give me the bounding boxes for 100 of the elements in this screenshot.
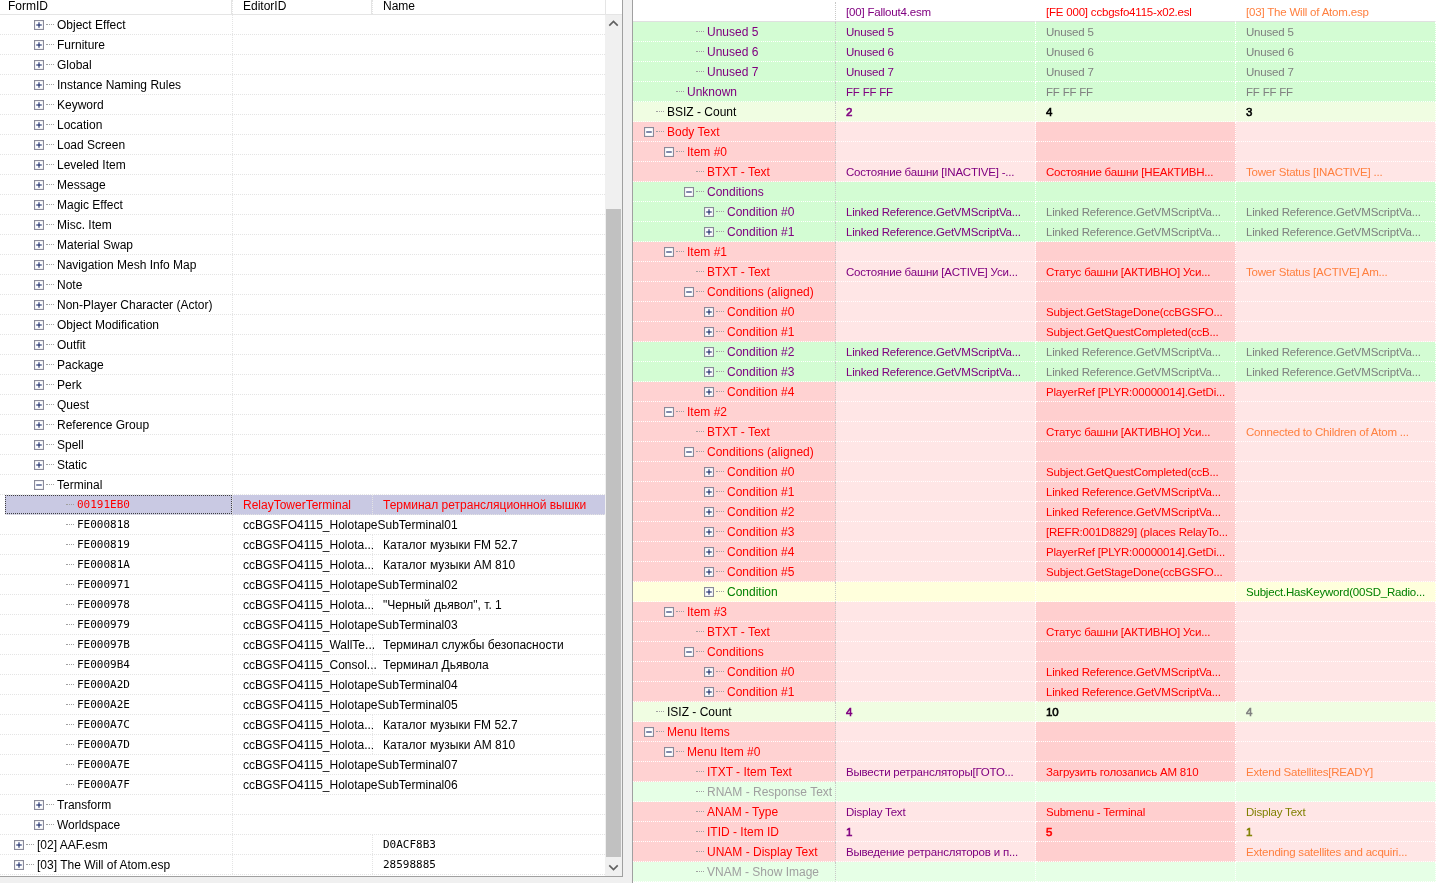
tree-row[interactable]: Leveled Item: [0, 155, 605, 175]
field-cell[interactable]: Unused 5: [633, 22, 836, 42]
plus-box-icon[interactable]: [34, 459, 44, 470]
plus-box-icon[interactable]: [14, 839, 24, 850]
tree-row[interactable]: Location: [0, 115, 605, 135]
plus-box-icon[interactable]: [34, 79, 44, 90]
plus-box-icon[interactable]: [704, 566, 714, 577]
plus-box-icon[interactable]: [34, 179, 44, 190]
tree-row[interactable]: Keyword: [0, 95, 605, 115]
tree-row[interactable]: Quest: [0, 395, 605, 415]
plus-box-icon[interactable]: [34, 319, 44, 330]
tree-row[interactable]: FE0009B4 ccBGSFO4115_Consol... Терминал Дьявола: [0, 655, 605, 675]
plus-box-icon[interactable]: [34, 159, 44, 170]
tree-row[interactable]: Perk: [0, 375, 605, 395]
scroll-thumb[interactable]: [606, 209, 621, 857]
tree-row[interactable]: FE000971 ccBGSFO4115_HolotapeSubTerminal02: [0, 575, 605, 595]
plus-box-icon[interactable]: [34, 439, 44, 450]
plus-box-icon[interactable]: [34, 239, 44, 250]
plus-box-icon[interactable]: [34, 399, 44, 410]
tree-row[interactable]: Instance Naming Rules: [0, 75, 605, 95]
plus-box-icon[interactable]: [704, 206, 714, 217]
plus-box-icon[interactable]: [704, 686, 714, 697]
tree-row[interactable]: FE000A2D ccBGSFO4115_HolotapeSubTerminal04: [0, 675, 605, 695]
minus-box-icon[interactable]: [664, 406, 674, 417]
tree-row[interactable]: Message: [0, 175, 605, 195]
minus-box-icon[interactable]: [644, 126, 654, 137]
tree-row[interactable]: Magic Effect: [0, 195, 605, 215]
tree-row[interactable]: FE000979 ccBGSFO4115_HolotapeSubTerminal03: [0, 615, 605, 635]
plus-box-icon[interactable]: [34, 259, 44, 270]
plus-box-icon[interactable]: [34, 139, 44, 150]
plus-box-icon[interactable]: [14, 859, 24, 870]
plus-box-icon[interactable]: [704, 586, 714, 597]
minus-box-icon[interactable]: [684, 446, 694, 457]
tree-row[interactable]: Note: [0, 275, 605, 295]
tree-row[interactable]: FE000A7C ccBGSFO4115_Holota... Каталог музыки FM 52.7: [0, 715, 605, 735]
minus-box-icon[interactable]: [684, 286, 694, 297]
plus-box-icon[interactable]: [34, 299, 44, 310]
plus-box-icon[interactable]: [34, 59, 44, 70]
tree-row[interactable]: FE000A7E ccBGSFO4115_HolotapeSubTerminal07: [0, 755, 605, 775]
plus-box-icon[interactable]: [704, 226, 714, 237]
tree-row[interactable]: Static: [0, 455, 605, 475]
column-header[interactable]: Name: [372, 0, 606, 14]
tree-row[interactable]: FE00097B ccBGSFO4115_WallTe... Терминал службы безопасности: [0, 635, 605, 655]
field-cell[interactable]: Unknown: [633, 82, 836, 102]
minus-box-icon[interactable]: [664, 746, 674, 757]
tree-row[interactable]: Package: [0, 355, 605, 375]
plus-box-icon[interactable]: [34, 199, 44, 210]
tree-row[interactable]: FE000A2E ccBGSFO4115_HolotapeSubTerminal05: [0, 695, 605, 715]
tree-row[interactable]: Object Modification: [0, 315, 605, 335]
plus-box-icon[interactable]: [34, 819, 44, 830]
plus-box-icon[interactable]: [34, 279, 44, 290]
tree-row[interactable]: FE000A7F ccBGSFO4115_HolotapeSubTerminal06: [0, 775, 605, 795]
field-cell[interactable]: Condition #1: [633, 222, 836, 242]
plus-box-icon[interactable]: [704, 486, 714, 497]
minus-box-icon[interactable]: [684, 646, 694, 657]
tree-row[interactable]: Object Effect: [0, 15, 605, 35]
tree-row[interactable]: Load Screen: [0, 135, 605, 155]
tree-row[interactable]: Outfit: [0, 335, 605, 355]
tree-row[interactable]: Spell: [0, 435, 605, 455]
minus-box-icon[interactable]: [644, 726, 654, 737]
plus-box-icon[interactable]: [34, 119, 44, 130]
plus-box-icon[interactable]: [34, 339, 44, 350]
field-cell[interactable]: ISIZ - Count: [633, 702, 836, 722]
tree-row[interactable]: Non-Player Character (Actor): [0, 295, 605, 315]
plus-box-icon[interactable]: [34, 379, 44, 390]
minus-box-icon[interactable]: [664, 606, 674, 617]
tree-row[interactable]: FE000818 ccBGSFO4115_HolotapeSubTerminal01: [0, 515, 605, 535]
tree-row[interactable]: [03] The Will of Atom.esp 28598885: [0, 855, 605, 875]
plus-box-icon[interactable]: [704, 466, 714, 477]
plus-box-icon[interactable]: [704, 346, 714, 357]
plus-box-icon[interactable]: [34, 99, 44, 110]
tree-row[interactable]: FE00081A ccBGSFO4115_Holota... Каталог музыки AM 810: [0, 555, 605, 575]
field-cell[interactable]: Condition #3: [633, 362, 836, 382]
tree-row[interactable]: Global: [0, 55, 605, 75]
tree-row[interactable]: Misc. Item: [0, 215, 605, 235]
plus-box-icon[interactable]: [704, 326, 714, 337]
plus-box-icon[interactable]: [704, 506, 714, 517]
tree-row[interactable]: FE000978 ccBGSFO4115_Holota... "Черный дьявол", т. 1: [0, 595, 605, 615]
plus-box-icon[interactable]: [704, 546, 714, 557]
field-cell[interactable]: Condition: [633, 582, 836, 602]
tree-row[interactable]: [02] AAF.esm D0ACF8B3: [0, 835, 605, 855]
tree-row[interactable]: FE000A7D ccBGSFO4115_Holota... Каталог музыки AM 810: [0, 735, 605, 755]
minus-box-icon[interactable]: [684, 186, 694, 197]
plus-box-icon[interactable]: [704, 666, 714, 677]
tree-row[interactable]: Worldspace: [0, 815, 605, 835]
column-header[interactable]: EditorID: [232, 0, 372, 14]
field-cell[interactable]: Unused 7: [633, 62, 836, 82]
plus-box-icon[interactable]: [34, 39, 44, 50]
plus-box-icon[interactable]: [704, 526, 714, 537]
plus-box-icon[interactable]: [34, 19, 44, 30]
tree-row[interactable]: Transform: [0, 795, 605, 815]
tree-row[interactable]: Furniture: [0, 35, 605, 55]
tree-row[interactable]: Reference Group: [0, 415, 605, 435]
plus-box-icon[interactable]: [34, 219, 44, 230]
plus-box-icon[interactable]: [704, 366, 714, 377]
plus-box-icon[interactable]: [704, 386, 714, 397]
plus-box-icon[interactable]: [34, 799, 44, 810]
field-cell[interactable]: BSIZ - Count: [633, 102, 836, 122]
scrollbar[interactable]: [605, 15, 622, 876]
field-cell[interactable]: Condition #0: [633, 202, 836, 222]
